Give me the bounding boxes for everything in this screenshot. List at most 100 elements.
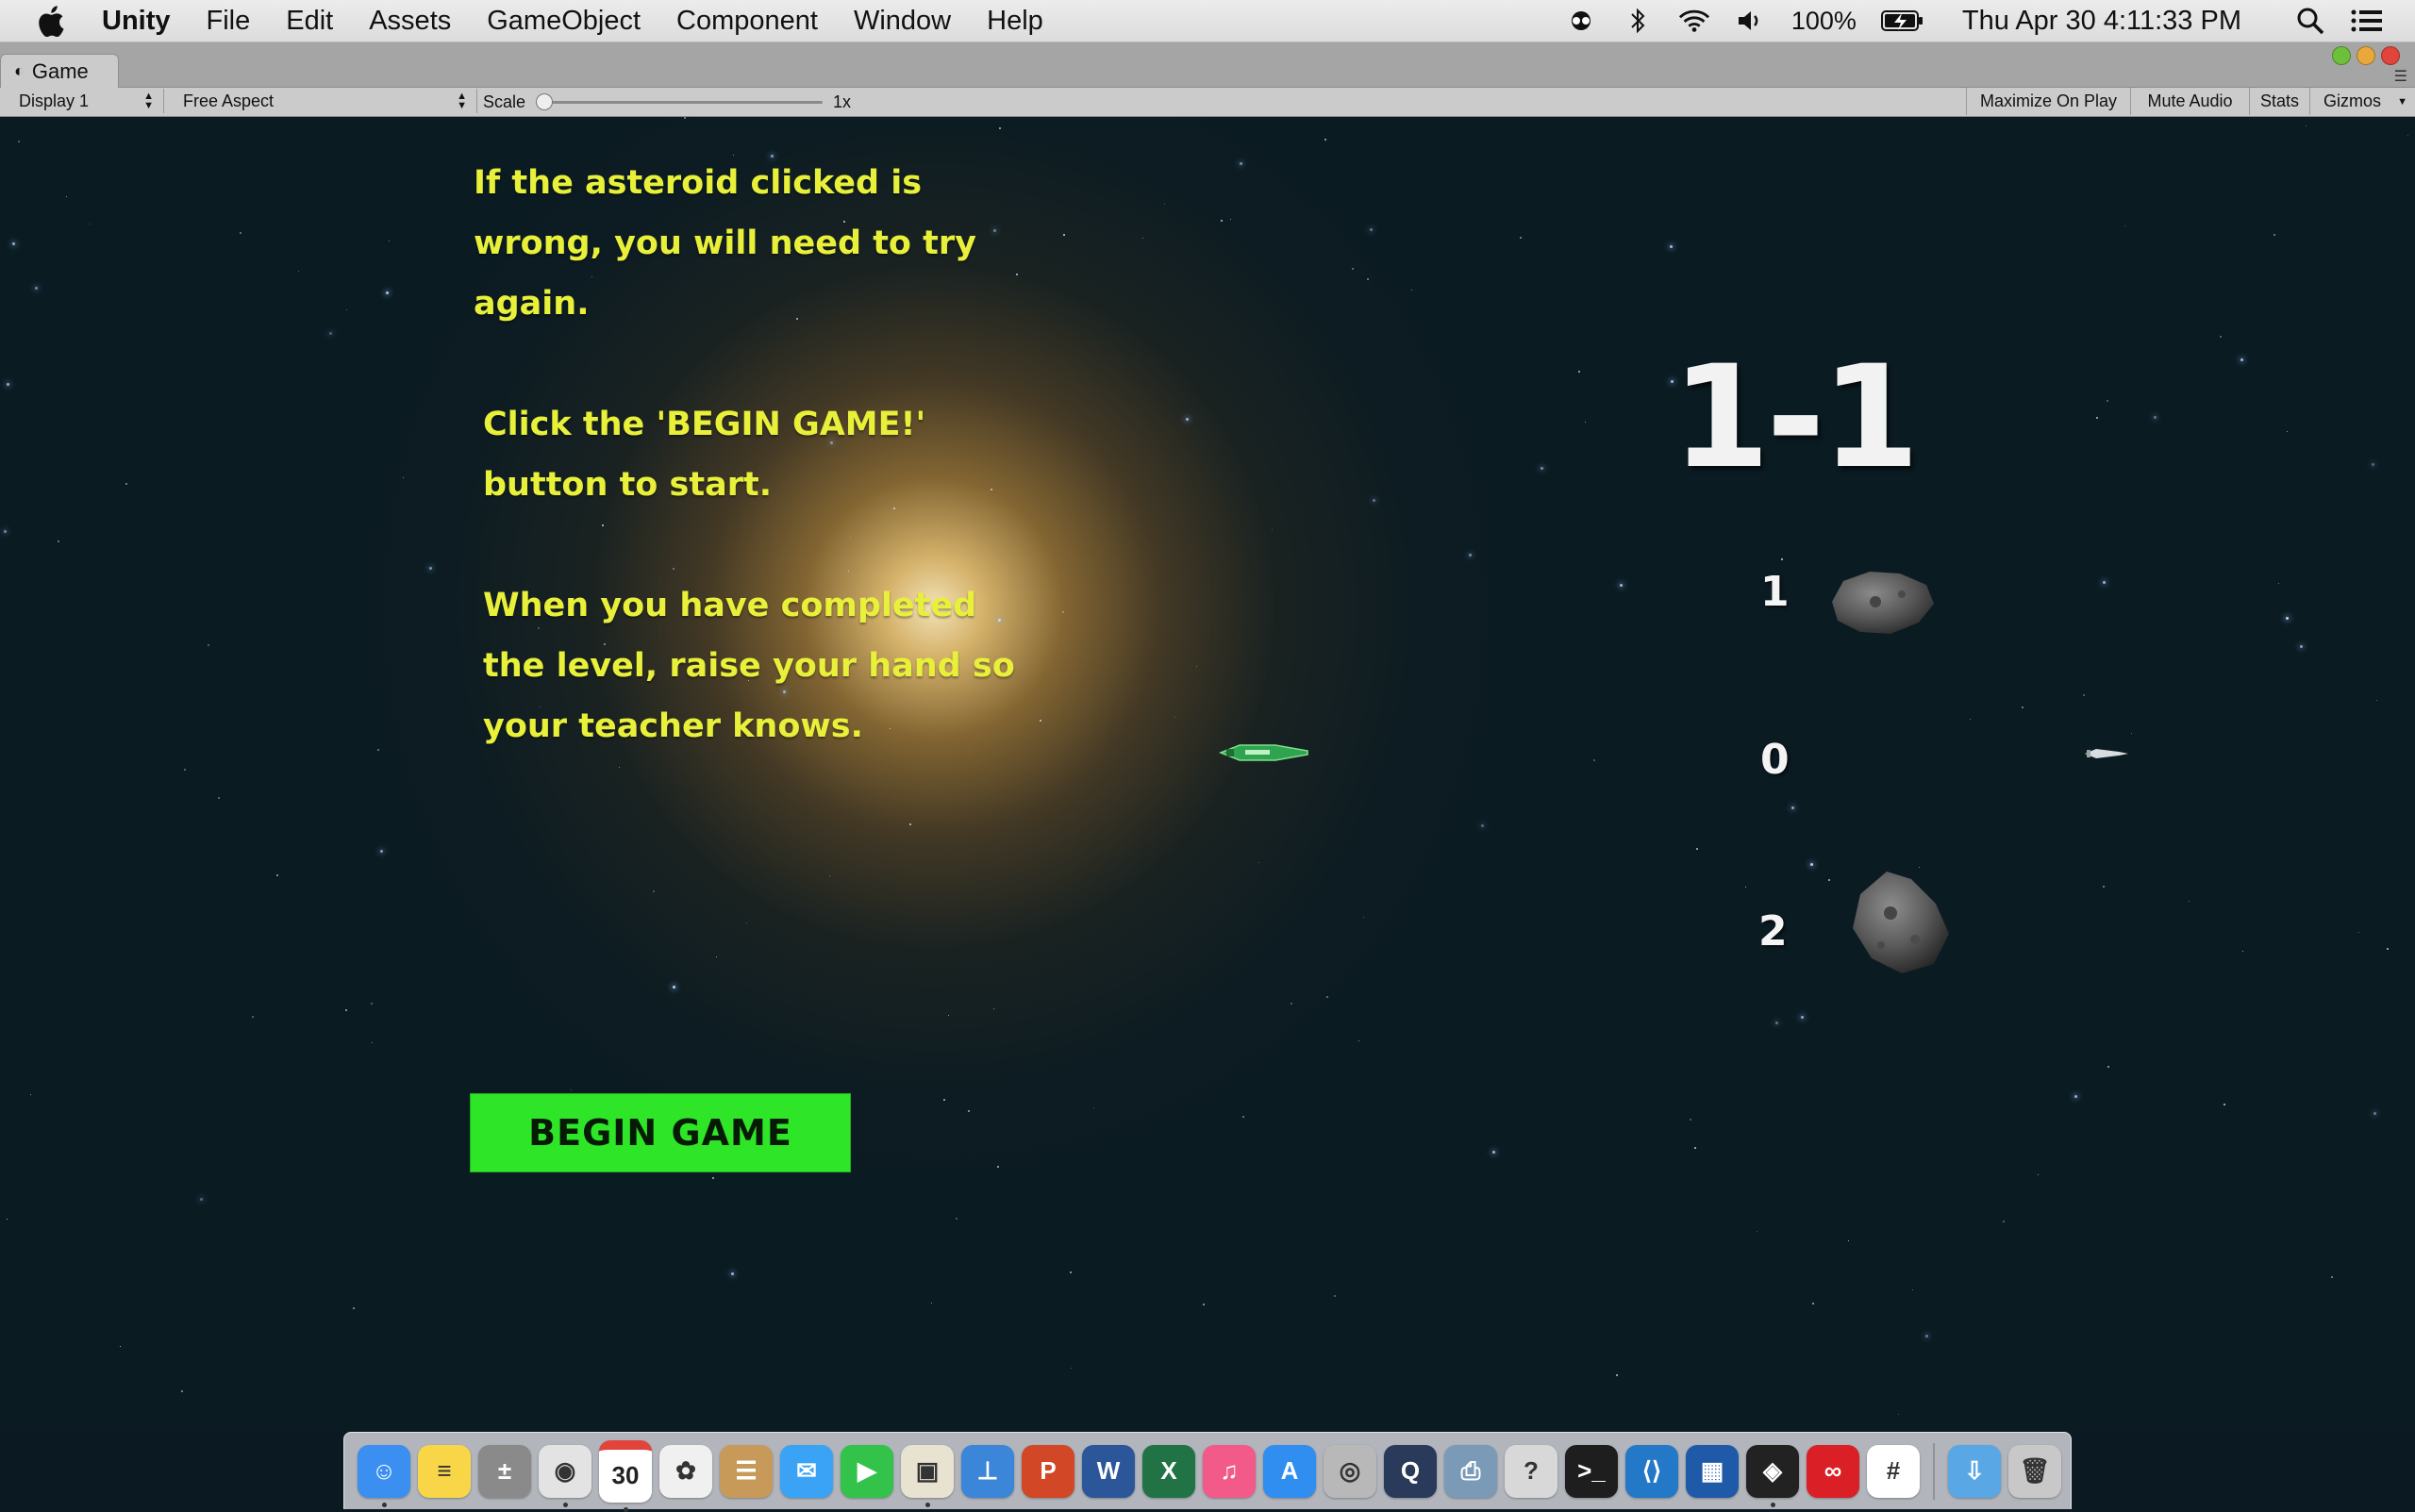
mute-audio-button[interactable]: Mute Audio — [2130, 88, 2249, 115]
minimize-icon[interactable] — [2332, 46, 2351, 65]
list-icon[interactable] — [2351, 5, 2383, 37]
star — [2407, 135, 2408, 136]
menu-assets[interactable]: Assets — [369, 6, 451, 37]
apple-icon[interactable] — [36, 4, 66, 38]
star — [1616, 1374, 1618, 1376]
aspect-dropdown[interactable]: Free Aspect ▲ ▼ — [164, 89, 477, 113]
game-toolbar: Display 1 ▲ ▼ Free Aspect ▲ ▼ Scale 1x Max… — [0, 88, 2415, 117]
menu-help[interactable]: Help — [987, 6, 1043, 37]
tab-menu-icon[interactable]: ☰ — [2394, 67, 2407, 85]
menu-component[interactable]: Component — [676, 6, 818, 37]
dock-chrome-icon[interactable]: ◉ — [539, 1444, 591, 1507]
dock-virtualbox-icon[interactable]: ▦ — [1686, 1444, 1739, 1498]
dock-preview-icon[interactable]: ▣ — [901, 1444, 954, 1507]
dock-vs-code-icon[interactable]: ⟨⟩ — [1625, 1444, 1678, 1498]
app-menu-unity[interactable]: Unity — [102, 6, 171, 37]
tab-game[interactable]: ◐ Game — [0, 54, 119, 88]
star — [1164, 204, 1165, 205]
star — [1358, 1040, 1359, 1041]
dock-itunes-icon[interactable]: ♫ — [1203, 1444, 1256, 1498]
star — [1324, 139, 1326, 141]
dock-contacts-icon[interactable]: ☰ — [720, 1444, 773, 1498]
dock-trash-icon[interactable]: 🗑 — [2008, 1444, 2061, 1498]
asteroid-2[interactable] — [1843, 866, 1955, 977]
dock-quicktime-icon[interactable]: Q — [1384, 1444, 1437, 1498]
dock-app-store-icon[interactable]: A — [1263, 1444, 1316, 1498]
star — [2124, 225, 2125, 226]
star — [1690, 1119, 1691, 1121]
star — [2103, 886, 2105, 888]
game-view[interactable]: If the asteroid clicked is wrong, you wi… — [0, 117, 2415, 1430]
menu-window[interactable]: Window — [854, 6, 951, 37]
asteroid-1[interactable] — [1824, 564, 1938, 640]
dock-excel-icon[interactable]: X — [1142, 1444, 1195, 1498]
window-controls — [2332, 46, 2400, 65]
begin-game-button[interactable]: BEGIN GAME — [470, 1093, 851, 1172]
menu-bar: Unity File Edit Assets GameObject Compon… — [0, 0, 2415, 42]
star — [684, 117, 686, 119]
maximize-on-play-button[interactable]: Maximize On Play — [1966, 88, 2130, 115]
star — [1230, 219, 1231, 220]
clock[interactable]: Thu Apr 30 4:11:33 PM — [1962, 6, 2241, 37]
star — [2286, 617, 2289, 620]
dock-calculator-icon[interactable]: ± — [478, 1444, 531, 1498]
glasses-icon[interactable] — [1565, 5, 1597, 37]
dock-photos-icon[interactable]: ✿ — [659, 1444, 712, 1498]
close-icon[interactable] — [2381, 46, 2400, 65]
zoom-icon[interactable] — [2357, 46, 2375, 65]
calendar-day: 30 — [611, 1461, 640, 1489]
dock-facetime-icon[interactable]: ▶ — [841, 1444, 893, 1498]
stats-button[interactable]: Stats — [2249, 88, 2309, 115]
star — [1912, 1289, 1913, 1290]
updown-icon: ▲ ▼ — [457, 91, 467, 111]
star — [1196, 666, 1197, 667]
star — [346, 309, 347, 310]
star — [1520, 237, 1522, 239]
running-indicator — [382, 1502, 387, 1507]
star — [2131, 733, 2132, 734]
dock-disk-utility-icon[interactable]: ◎ — [1324, 1444, 1376, 1498]
star — [429, 567, 432, 570]
scale-slider[interactable] — [540, 101, 823, 104]
unity-icon: ◐ — [14, 61, 25, 80]
dock-downloads-icon[interactable]: ⇩ — [1948, 1444, 2001, 1498]
menu-gameobject[interactable]: GameObject — [487, 6, 641, 37]
star — [2189, 901, 2190, 902]
star — [2154, 416, 2157, 419]
dock-help-icon[interactable]: ? — [1505, 1444, 1557, 1498]
running-indicator — [563, 1502, 568, 1507]
star — [1370, 228, 1373, 231]
dock-terminal-icon[interactable]: >_ — [1565, 1444, 1618, 1498]
star — [1334, 1295, 1336, 1297]
dock-notes-icon[interactable]: ≡ — [418, 1444, 471, 1498]
scale-slider-thumb[interactable] — [536, 93, 553, 110]
dock-image-capture-icon[interactable]: ⎙ — [1444, 1444, 1497, 1498]
star — [1670, 245, 1673, 248]
dock-creative-cloud-icon[interactable]: ∞ — [1807, 1444, 1859, 1498]
dock-slack-icon[interactable]: # — [1867, 1444, 1920, 1498]
display-dropdown[interactable]: Display 1 ▲ ▼ — [0, 89, 164, 113]
dock-unity-icon[interactable]: ◈ — [1746, 1444, 1799, 1507]
star — [1040, 720, 1041, 722]
wifi-icon[interactable] — [1678, 5, 1710, 37]
bluetooth-icon[interactable] — [1622, 5, 1654, 37]
battery-icon[interactable] — [1880, 5, 1924, 37]
dock-word-icon[interactable]: W — [1082, 1444, 1135, 1498]
star — [1585, 422, 1586, 423]
dock-messages-icon[interactable]: ✉ — [780, 1444, 833, 1498]
menu-edit[interactable]: Edit — [286, 6, 333, 37]
menu-file[interactable]: File — [207, 6, 251, 37]
star — [120, 1346, 121, 1347]
dock-finder-icon[interactable]: ☺ — [358, 1444, 410, 1507]
dock-powerpoint-icon[interactable]: P — [1022, 1444, 1074, 1498]
star — [1696, 848, 1698, 850]
dock-keynote-icon[interactable]: ⊥ — [961, 1444, 1014, 1498]
gizmos-dropdown[interactable]: Gizmos ▼ — [2309, 88, 2415, 115]
volume-icon[interactable] — [1735, 5, 1767, 37]
star — [2376, 700, 2377, 701]
star — [218, 797, 220, 799]
battery-percent: 100% — [1790, 6, 1857, 35]
search-icon[interactable] — [2294, 5, 2326, 37]
dock-calendar-icon[interactable]: 30 — [599, 1439, 652, 1512]
running-indicator — [925, 1502, 930, 1507]
